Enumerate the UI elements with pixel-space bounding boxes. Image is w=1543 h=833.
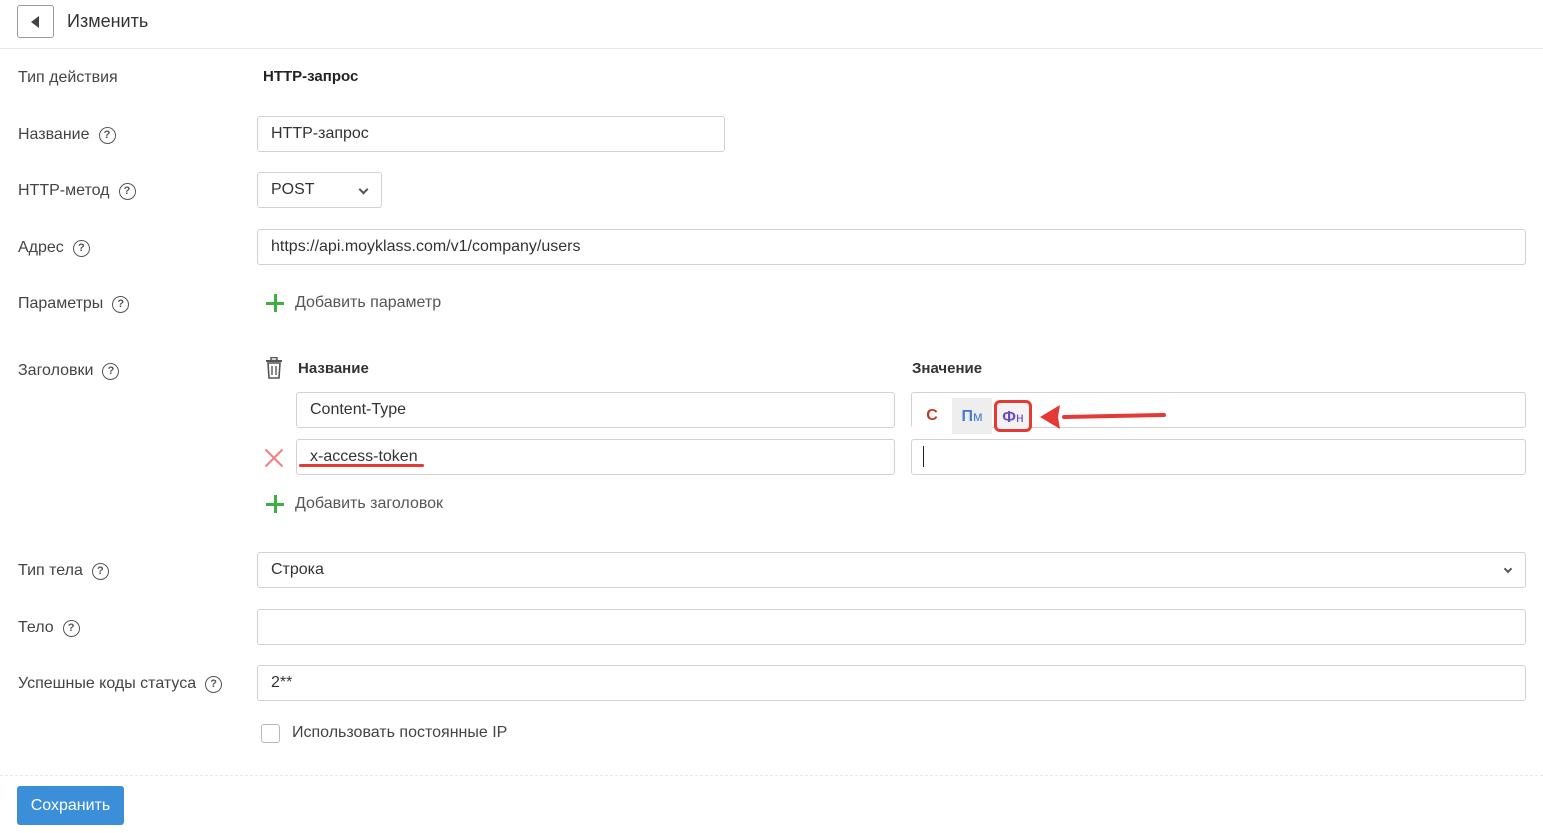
annotation-arrow-icon xyxy=(1040,405,1166,429)
header-name-input[interactable]: x-access-token xyxy=(296,439,895,475)
action-type-label: Тип действия xyxy=(18,69,118,87)
mode-variable-main: П xyxy=(961,408,973,425)
header-name-input[interactable]: Content-Type xyxy=(296,392,895,428)
static-ip-checkbox[interactable] xyxy=(261,724,280,743)
add-param-label: Добавить параметр xyxy=(295,294,442,311)
name-input[interactable]: HTTP-запрос xyxy=(257,116,725,152)
static-ip-label[interactable]: Использовать постоянные IP xyxy=(292,724,507,742)
mode-function-sub: н xyxy=(1015,409,1024,425)
mode-function-button[interactable]: Фн xyxy=(994,400,1032,432)
add-param-button[interactable]: Добавить параметр xyxy=(265,293,441,313)
mode-string-button[interactable]: С xyxy=(912,398,952,434)
help-icon[interactable]: ? xyxy=(98,126,116,144)
page-title: Изменить xyxy=(67,11,149,31)
http-method-label: HTTP-метод ? xyxy=(18,182,136,200)
mode-function-main: Ф xyxy=(1002,409,1016,426)
headers-label-text: Заголовки xyxy=(18,362,94,379)
status-codes-label: Успешные коды статуса ? xyxy=(18,675,223,693)
http-method-label-text: HTTP-метод xyxy=(18,182,110,199)
footer-divider xyxy=(0,775,1543,776)
headers-name-column: Название xyxy=(298,360,369,377)
text-cursor xyxy=(923,446,924,467)
http-method-select[interactable]: POST xyxy=(257,172,382,208)
http-method-value: POST xyxy=(271,181,315,198)
header-value-input[interactable] xyxy=(911,439,1526,475)
address-label: Адрес ? xyxy=(18,239,90,257)
chevron-down-icon xyxy=(358,184,369,195)
body-type-select[interactable]: Строка xyxy=(257,552,1526,588)
mode-variable-sub: м xyxy=(972,408,983,424)
help-icon[interactable]: ? xyxy=(205,675,223,693)
help-icon[interactable]: ? xyxy=(62,619,80,637)
body-type-label: Тип тела ? xyxy=(18,562,109,580)
body-type-value: Строка xyxy=(271,561,324,578)
remove-header-icon[interactable] xyxy=(264,448,284,468)
help-icon[interactable]: ? xyxy=(102,362,120,380)
add-header-button[interactable]: Добавить заголовок xyxy=(265,494,443,514)
address-label-text: Адрес xyxy=(18,239,64,256)
address-input[interactable]: https://api.moyklass.com/v1/company/user… xyxy=(257,229,1526,265)
help-icon[interactable]: ? xyxy=(91,562,109,580)
help-icon[interactable]: ? xyxy=(112,295,130,313)
headers-value-column: Значение xyxy=(912,360,983,377)
params-label-text: Параметры xyxy=(18,295,104,312)
status-codes-label-text: Успешные коды статуса xyxy=(18,675,197,692)
params-label: Параметры ? xyxy=(18,295,130,313)
mode-variable-button[interactable]: Пм xyxy=(952,398,992,434)
trash-icon[interactable] xyxy=(264,357,284,379)
add-header-label: Добавить заголовок xyxy=(295,495,444,512)
action-type-label-text: Тип действия xyxy=(18,69,118,86)
status-codes-input[interactable]: 2** xyxy=(257,665,1526,701)
help-icon[interactable]: ? xyxy=(72,239,90,257)
plus-icon xyxy=(265,293,285,313)
annotation-underline xyxy=(299,464,424,467)
chevron-down-icon xyxy=(1503,564,1513,574)
save-button[interactable]: Сохранить xyxy=(17,786,124,825)
page-header: Изменить xyxy=(0,0,1543,49)
action-type-value: HTTP-запрос xyxy=(263,68,359,85)
back-arrow-icon xyxy=(31,16,39,28)
body-input[interactable] xyxy=(257,609,1526,645)
body-type-label-text: Тип тела xyxy=(18,562,83,579)
name-label-text: Название xyxy=(18,126,90,143)
body-label: Тело ? xyxy=(18,619,80,637)
plus-icon xyxy=(265,494,285,514)
body-label-text: Тело xyxy=(18,619,54,636)
back-button[interactable] xyxy=(17,5,54,38)
help-icon[interactable]: ? xyxy=(118,182,136,200)
headers-label: Заголовки ? xyxy=(18,362,120,380)
name-label: Название ? xyxy=(18,126,116,144)
